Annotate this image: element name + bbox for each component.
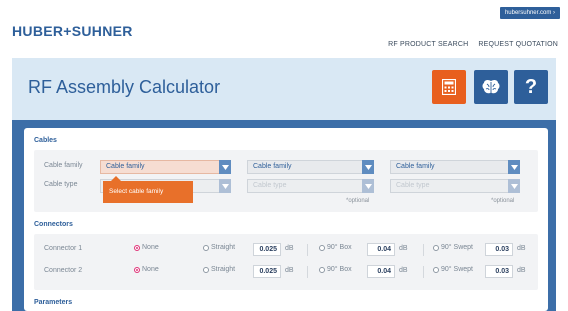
- radio-selected-icon: [134, 266, 140, 273]
- unit-label: dB: [285, 267, 294, 274]
- connector-1-90-box-loss[interactable]: 0.04: [367, 243, 395, 256]
- radio-label: 90° Box: [327, 266, 352, 273]
- select-value: Cable type: [253, 182, 287, 189]
- cable-family-select-1[interactable]: Cable family: [100, 160, 231, 174]
- help-icon: ?: [524, 75, 538, 98]
- connector-1-label: Connector 1: [44, 245, 83, 252]
- chevron-down-icon: [362, 160, 374, 174]
- cable-type-select-2[interactable]: Cable type: [247, 179, 374, 193]
- cable-family-tooltip: Select cable family: [103, 176, 193, 203]
- radio-selected-icon: [134, 244, 140, 251]
- nav-request-quotation[interactable]: REQUEST QUOTATION: [478, 41, 558, 48]
- cable-type-label: Cable type: [44, 181, 78, 188]
- radio-label: None: [142, 244, 159, 251]
- brain-button[interactable]: [474, 70, 508, 104]
- radio-icon: [203, 266, 209, 273]
- chevron-down-icon: [508, 179, 520, 193]
- calculator-card: Cables Cable family Cable type Cable fam…: [24, 128, 548, 311]
- cable-family-select-2[interactable]: Cable family: [247, 160, 374, 174]
- connectors-panel: Connector 1 None Straight 0.025 dB 90° B…: [34, 234, 538, 290]
- connector-1-90-swept-loss[interactable]: 0.03: [485, 243, 513, 256]
- cable-type-select-3[interactable]: Cable type: [390, 179, 520, 193]
- optional-note-3: *optional: [491, 198, 515, 204]
- select-value: Cable type: [396, 182, 430, 189]
- unit-label: dB: [399, 245, 408, 252]
- select-value: Cable family: [396, 163, 435, 170]
- radio-label: Straight: [211, 244, 236, 251]
- divider: [307, 244, 308, 256]
- top-nav: RF PRODUCT SEARCH REQUEST QUOTATION: [388, 41, 558, 48]
- connector-2-90-box-radio[interactable]: 90° Box: [319, 266, 352, 273]
- radio-label: 90° Swept: [441, 266, 473, 273]
- radio-label: Straight: [211, 266, 236, 273]
- divider: [423, 244, 424, 256]
- connector-2-90-swept-radio[interactable]: 90° Swept: [433, 266, 473, 273]
- connector-2-none-radio[interactable]: None: [134, 266, 159, 273]
- site-link-label: hubersuhner.com: [504, 10, 552, 16]
- divider: [423, 266, 424, 278]
- connector-2-straight-radio[interactable]: Straight: [203, 266, 235, 273]
- connector-1-90-swept-radio[interactable]: 90° Swept: [433, 244, 473, 251]
- page-banner: RF Assembly Calculator ?: [12, 58, 556, 120]
- radio-label: 90° Swept: [441, 244, 473, 251]
- section-title-cables: Cables: [34, 137, 57, 144]
- section-title-connectors: Connectors: [34, 221, 73, 228]
- cable-family-label: Cable family: [44, 162, 83, 169]
- connector-2-straight-loss[interactable]: 0.025: [253, 265, 281, 278]
- radio-icon: [319, 244, 325, 251]
- radio-icon: [203, 244, 209, 251]
- connector-2-90-swept-loss[interactable]: 0.03: [485, 265, 513, 278]
- divider: [307, 266, 308, 278]
- select-value: Cable family: [253, 163, 292, 170]
- radio-label: None: [142, 266, 159, 273]
- connector-2-90-box-loss[interactable]: 0.04: [367, 265, 395, 278]
- radio-icon: [433, 266, 439, 273]
- select-value: Cable family: [106, 163, 145, 170]
- connector-1-90-box-radio[interactable]: 90° Box: [319, 244, 352, 251]
- nav-rf-product-search[interactable]: RF PRODUCT SEARCH: [388, 41, 468, 48]
- connector-2-label: Connector 2: [44, 267, 83, 274]
- radio-icon: [319, 266, 325, 273]
- chevron-down-icon: [219, 160, 231, 174]
- connector-1-none-radio[interactable]: None: [134, 244, 159, 251]
- help-button[interactable]: ?: [514, 70, 548, 104]
- page-title: RF Assembly Calculator: [28, 77, 221, 97]
- brand-logo[interactable]: HUBER+SUHNER: [12, 23, 133, 39]
- optional-note-2: *optional: [346, 198, 370, 204]
- section-title-parameters: Parameters: [34, 299, 73, 306]
- brain-icon: [482, 79, 500, 94]
- connector-1-straight-radio[interactable]: Straight: [203, 244, 235, 251]
- radio-icon: [433, 244, 439, 251]
- chevron-right-icon: ›: [553, 10, 555, 16]
- calculator-icon: [442, 79, 456, 95]
- unit-label: dB: [285, 245, 294, 252]
- chevron-down-icon: [219, 179, 231, 193]
- unit-label: dB: [517, 267, 526, 274]
- chevron-down-icon: [362, 179, 374, 193]
- unit-label: dB: [517, 245, 526, 252]
- unit-label: dB: [399, 267, 408, 274]
- radio-label: 90° Box: [327, 244, 352, 251]
- chevron-down-icon: [508, 160, 520, 174]
- cable-family-select-3[interactable]: Cable family: [390, 160, 520, 174]
- connector-1-straight-loss[interactable]: 0.025: [253, 243, 281, 256]
- site-link[interactable]: hubersuhner.com ›: [499, 7, 560, 19]
- calculator-button[interactable]: [432, 70, 466, 104]
